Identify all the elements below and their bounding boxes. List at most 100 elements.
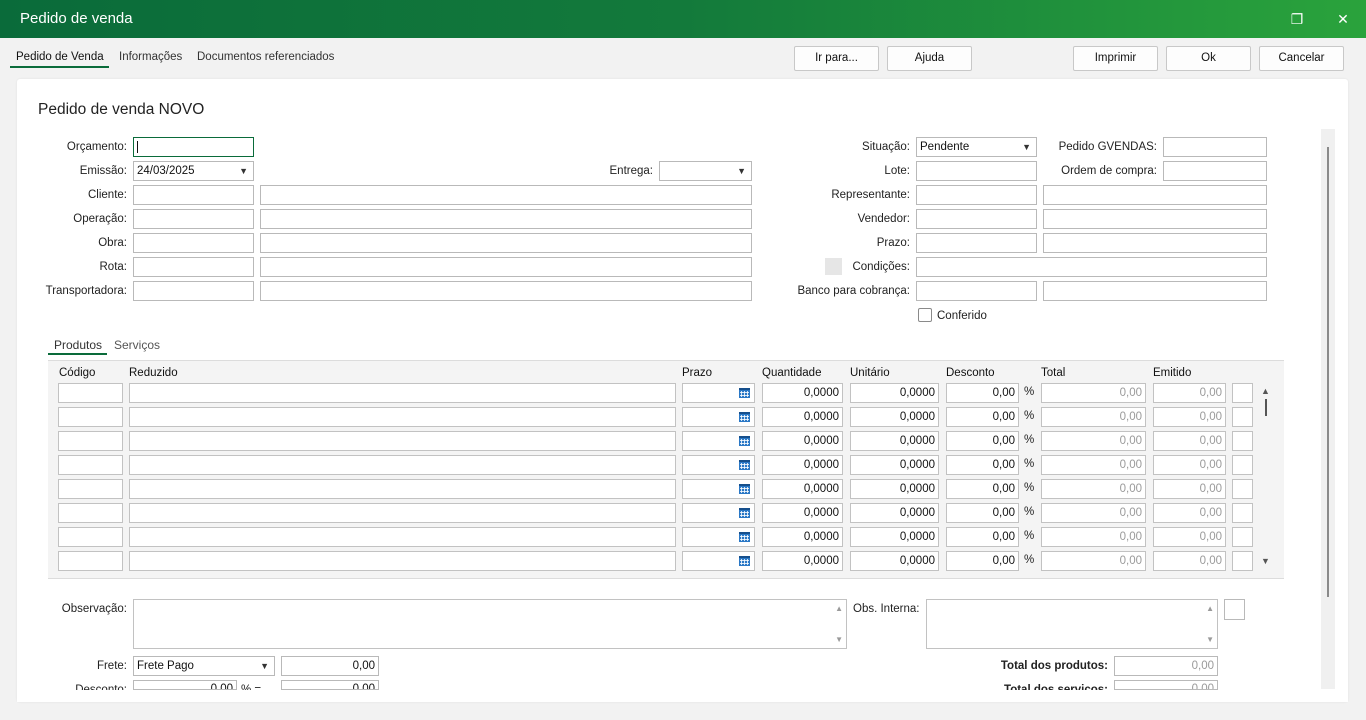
row-reduzido-input[interactable]	[129, 527, 676, 547]
tab-documentos-referenciados[interactable]: Documentos referenciados	[197, 51, 334, 63]
calendar-icon[interactable]	[739, 436, 750, 446]
row-desconto-input[interactable]: 0,00	[946, 527, 1019, 547]
row-unitario-input[interactable]: 0,0000	[850, 479, 939, 499]
banco-code-input[interactable]	[916, 281, 1037, 301]
row-quantidade-input[interactable]: 0,0000	[762, 527, 843, 547]
lote-input[interactable]	[916, 161, 1037, 181]
tab-pedido-de-venda[interactable]: Pedido de Venda	[16, 51, 104, 63]
restore-icon[interactable]: ❐	[1287, 9, 1307, 29]
row-reduzido-input[interactable]	[129, 551, 676, 571]
row-action-box[interactable]	[1232, 503, 1253, 523]
operacao-name-input[interactable]	[260, 209, 752, 229]
prazo-code-input[interactable]	[916, 233, 1037, 253]
tab-servicos[interactable]: Serviços	[114, 338, 160, 352]
row-desconto-input[interactable]: 0,00	[946, 503, 1019, 523]
calendar-icon[interactable]	[739, 388, 750, 398]
vendedor-code-input[interactable]	[916, 209, 1037, 229]
row-quantidade-input[interactable]: 0,0000	[762, 455, 843, 475]
panel-scroll-thumb[interactable]	[1327, 147, 1329, 597]
ordem-compra-input[interactable]	[1163, 161, 1267, 181]
row-codigo-input[interactable]	[58, 407, 123, 427]
observacao-textarea[interactable]: ▲ ▼	[133, 599, 847, 649]
ajuda-button[interactable]: Ajuda	[887, 46, 972, 71]
representante-code-input[interactable]	[916, 185, 1037, 205]
calendar-icon[interactable]	[739, 484, 750, 494]
row-desconto-input[interactable]: 0,00	[946, 455, 1019, 475]
rota-code-input[interactable]	[133, 257, 254, 277]
obra-name-input[interactable]	[260, 233, 752, 253]
grid-scroll-down-icon[interactable]: ▼	[1261, 556, 1270, 566]
row-action-box[interactable]	[1232, 383, 1253, 403]
row-desconto-input[interactable]: 0,00	[946, 431, 1019, 451]
row-prazo-input[interactable]	[682, 551, 755, 571]
calendar-icon[interactable]	[739, 532, 750, 542]
row-action-box[interactable]	[1232, 407, 1253, 427]
row-quantidade-input[interactable]: 0,0000	[762, 551, 843, 571]
orcamento-input[interactable]	[133, 137, 254, 157]
banco-name-input[interactable]	[1043, 281, 1267, 301]
condicoes-toggle[interactable]	[825, 258, 842, 275]
row-reduzido-input[interactable]	[129, 503, 676, 523]
representante-name-input[interactable]	[1043, 185, 1267, 205]
tab-informacoes[interactable]: Informações	[119, 51, 182, 63]
imprimir-button[interactable]: Imprimir	[1073, 46, 1158, 71]
row-quantidade-input[interactable]: 0,0000	[762, 479, 843, 499]
row-reduzido-input[interactable]	[129, 383, 676, 403]
row-codigo-input[interactable]	[58, 503, 123, 523]
transportadora-name-input[interactable]	[260, 281, 752, 301]
row-prazo-input[interactable]	[682, 431, 755, 451]
cliente-code-input[interactable]	[133, 185, 254, 205]
vendedor-name-input[interactable]	[1043, 209, 1267, 229]
entrega-date-picker[interactable]: ▼	[659, 161, 752, 181]
rota-name-input[interactable]	[260, 257, 752, 277]
calendar-icon[interactable]	[739, 460, 750, 470]
desconto-input[interactable]: 0,00	[133, 680, 237, 690]
obs-interna-side-box[interactable]	[1224, 599, 1245, 620]
row-action-box[interactable]	[1232, 527, 1253, 547]
row-quantidade-input[interactable]: 0,0000	[762, 503, 843, 523]
row-unitario-input[interactable]: 0,0000	[850, 527, 939, 547]
row-desconto-input[interactable]: 0,00	[946, 551, 1019, 571]
row-action-box[interactable]	[1232, 479, 1253, 499]
conferido-checkbox[interactable]	[918, 308, 932, 322]
scroll-up-icon[interactable]: ▲	[835, 604, 843, 613]
row-quantidade-input[interactable]: 0,0000	[762, 431, 843, 451]
cliente-name-input[interactable]	[260, 185, 752, 205]
row-prazo-input[interactable]	[682, 479, 755, 499]
close-icon[interactable]: ✕	[1333, 9, 1353, 29]
scroll-down-icon[interactable]: ▼	[1206, 635, 1214, 644]
scroll-up-icon[interactable]: ▲	[1206, 604, 1214, 613]
condicoes-input[interactable]	[916, 257, 1267, 277]
row-unitario-input[interactable]: 0,0000	[850, 431, 939, 451]
obra-code-input[interactable]	[133, 233, 254, 253]
row-prazo-input[interactable]	[682, 455, 755, 475]
row-unitario-input[interactable]: 0,0000	[850, 383, 939, 403]
scroll-down-icon[interactable]: ▼	[835, 635, 843, 644]
row-prazo-input[interactable]	[682, 527, 755, 547]
grid-scroll-thumb[interactable]	[1265, 399, 1267, 416]
calendar-icon[interactable]	[739, 508, 750, 518]
row-prazo-input[interactable]	[682, 407, 755, 427]
obs-interna-textarea[interactable]: ▲ ▼	[926, 599, 1218, 649]
row-reduzido-input[interactable]	[129, 431, 676, 451]
transportadora-code-input[interactable]	[133, 281, 254, 301]
row-action-box[interactable]	[1232, 455, 1253, 475]
row-desconto-input[interactable]: 0,00	[946, 383, 1019, 403]
cancelar-button[interactable]: Cancelar	[1259, 46, 1344, 71]
row-quantidade-input[interactable]: 0,0000	[762, 407, 843, 427]
pedido-gvendas-input[interactable]	[1163, 137, 1267, 157]
row-unitario-input[interactable]: 0,0000	[850, 551, 939, 571]
row-unitario-input[interactable]: 0,0000	[850, 455, 939, 475]
row-codigo-input[interactable]	[58, 551, 123, 571]
row-quantidade-input[interactable]: 0,0000	[762, 383, 843, 403]
ir-para-button[interactable]: Ir para...	[794, 46, 879, 71]
operacao-code-input[interactable]	[133, 209, 254, 229]
row-action-box[interactable]	[1232, 551, 1253, 571]
row-reduzido-input[interactable]	[129, 407, 676, 427]
row-codigo-input[interactable]	[58, 455, 123, 475]
desconto-amount-input[interactable]: 0,00	[281, 680, 379, 690]
row-unitario-input[interactable]: 0,0000	[850, 407, 939, 427]
tab-produtos[interactable]: Produtos	[54, 338, 102, 352]
situacao-select[interactable]: Pendente ▼	[916, 137, 1037, 157]
calendar-icon[interactable]	[739, 556, 750, 566]
